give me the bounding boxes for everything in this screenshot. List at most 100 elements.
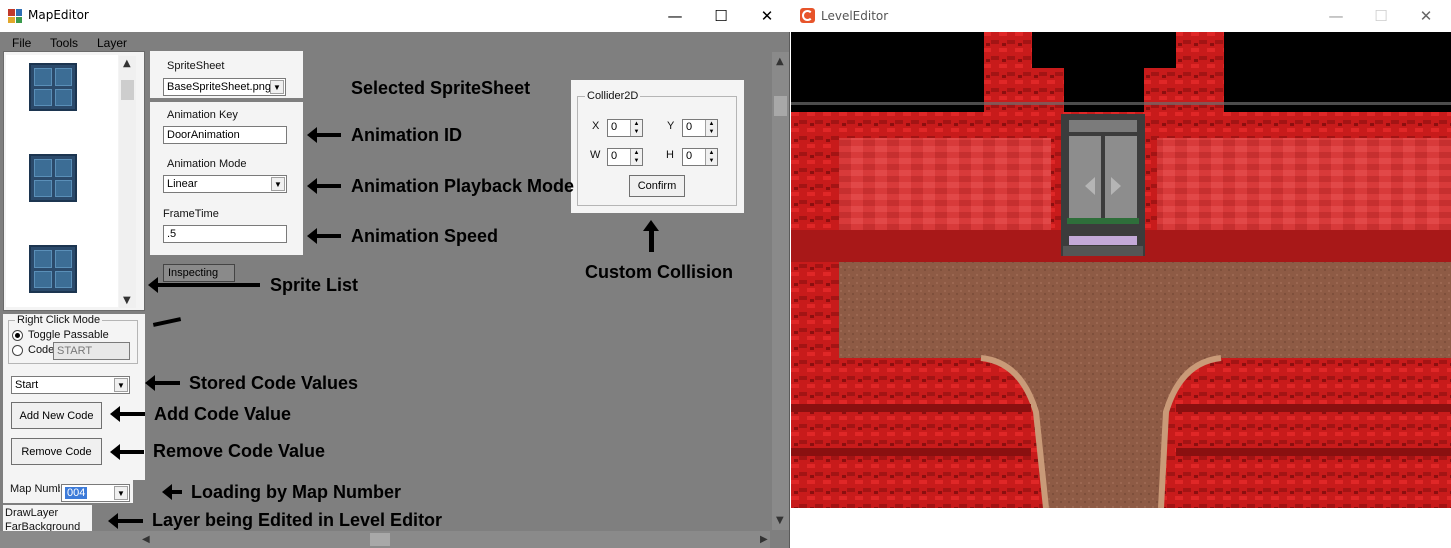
- animation-mode-select[interactable]: Linear ▼: [163, 175, 287, 193]
- frame-time-label: FrameTime: [163, 208, 219, 220]
- left-arrow-icon: [145, 375, 180, 391]
- collider-confirm-button[interactable]: Confirm: [629, 175, 685, 197]
- annotation-layer-being-edited: Layer being Edited in Level Editor: [152, 510, 443, 530]
- inspecting-label: Inspecting: [163, 264, 235, 282]
- animation-key-input[interactable]: DoorAnimation: [163, 126, 287, 144]
- chevron-down-icon: ▼: [114, 378, 128, 392]
- sprite-tile-3[interactable]: [29, 245, 77, 293]
- collider-w-stepper[interactable]: 0 ▲ ▼: [607, 148, 643, 166]
- annotation-stored-code-values: Stored Code Values: [189, 373, 359, 393]
- remove-code-button[interactable]: Remove Code: [11, 438, 102, 465]
- level-editor-footer: [791, 508, 1451, 548]
- code-input[interactable]: START: [53, 342, 130, 360]
- scroll-down-icon[interactable]: ▼: [123, 295, 131, 306]
- scroll-right-icon[interactable]: ▶: [760, 534, 768, 545]
- code-label: Code: [28, 344, 55, 356]
- left-arrow-icon: [110, 406, 145, 422]
- collider-y-value: 0: [686, 121, 693, 133]
- spinner-arrows-icon[interactable]: ▲ ▼: [630, 149, 642, 165]
- left-arrow-icon: [108, 513, 143, 529]
- map-pillar-right-base: [1144, 68, 1224, 117]
- stored-code-select[interactable]: Start ▼: [11, 376, 130, 394]
- map-door-left: [1069, 136, 1101, 218]
- add-new-code-button[interactable]: Add New Code: [11, 402, 102, 429]
- map-number-value: 004: [65, 487, 88, 499]
- collider-x-stepper[interactable]: 0 ▲ ▼: [607, 119, 643, 137]
- map-number-select[interactable]: 004 ▼: [61, 484, 130, 502]
- app-icon: [8, 9, 22, 23]
- spinner-arrows-icon[interactable]: ▲ ▼: [705, 149, 717, 165]
- annotation-animation-id: Animation ID: [351, 125, 462, 145]
- editor-vertical-scrollbar[interactable]: [772, 52, 789, 530]
- map-cliff-ridge-right-1: [1176, 404, 1451, 412]
- scroll-down-icon[interactable]: ▼: [776, 515, 784, 526]
- map-cliff-lower-right: [1161, 358, 1451, 508]
- map-boundary-line: [791, 102, 1451, 105]
- level-map-canvas[interactable]: [791, 32, 1451, 508]
- spinner-arrows-icon[interactable]: ▲ ▼: [705, 120, 717, 136]
- code-radio[interactable]: [12, 345, 23, 356]
- maximize-button[interactable]: ☐: [698, 0, 744, 32]
- map-door-lights: [1067, 218, 1139, 224]
- annotation-animation-speed: Animation Speed: [351, 226, 499, 246]
- sprite-tile-1[interactable]: [29, 63, 77, 111]
- map-cliff-ridge-right-2: [1176, 448, 1451, 456]
- map-void-top: [791, 32, 1451, 112]
- annotation-animation-playback-mode: Animation Playback Mode: [351, 176, 575, 196]
- collider-h-label: H: [666, 149, 674, 161]
- scroll-up-icon[interactable]: ▲: [776, 56, 784, 67]
- map-ledge-right: [1157, 138, 1451, 230]
- map-wall-left-edge: [791, 262, 839, 358]
- chevron-down-icon: ▼: [271, 177, 285, 191]
- annotation-sprite-list: Sprite List: [270, 275, 359, 295]
- editor-hscroll-thumb[interactable]: [370, 533, 390, 546]
- annotation-custom-collision: Custom Collision: [585, 262, 733, 282]
- menu-file[interactable]: File: [12, 36, 31, 50]
- scroll-left-icon[interactable]: ◀: [142, 534, 150, 545]
- map-door-stairs: [1063, 246, 1143, 256]
- animation-mode-label: Animation Mode: [167, 158, 247, 170]
- menu-layer[interactable]: Layer: [97, 36, 127, 50]
- map-door-step: [1069, 236, 1137, 245]
- up-arrow-head-icon: [643, 220, 659, 231]
- left-arrow-icon: [148, 277, 260, 293]
- collider-h-stepper[interactable]: 0 ▲ ▼: [682, 148, 718, 166]
- spritesheet-label: SpriteSheet: [167, 60, 225, 72]
- toggle-passable-radio[interactable]: [12, 330, 23, 341]
- le-maximize-button[interactable]: ☐: [1358, 0, 1404, 32]
- annotation-remove-code-value: Remove Code Value: [153, 441, 326, 461]
- spritesheet-select[interactable]: BaseSpriteSheet.png ▼: [163, 78, 286, 96]
- animation-mode-value: Linear: [167, 178, 198, 190]
- sprite-tile-2[interactable]: [29, 154, 77, 202]
- level-editor-title: LevelEditor: [821, 9, 889, 23]
- map-cliff-ridge-left-1: [791, 404, 1031, 412]
- close-button[interactable]: ✕: [744, 0, 790, 32]
- left-arrow-icon: [162, 484, 182, 500]
- frame-time-input[interactable]: .5: [163, 225, 287, 243]
- spritesheet-value: BaseSpriteSheet.png: [167, 81, 271, 93]
- annotation-loading-by-map-number: Loading by Map Number: [191, 482, 402, 502]
- chevron-down-icon: ▼: [114, 486, 128, 500]
- collider-y-stepper[interactable]: 0 ▲ ▼: [682, 119, 718, 137]
- left-arrow-icon: [307, 178, 341, 194]
- window-title: MapEditor: [28, 8, 89, 22]
- le-minimize-button[interactable]: —: [1313, 0, 1359, 32]
- annotation-add-code-value: Add Code Value: [154, 404, 292, 424]
- spinner-arrows-icon[interactable]: ▲ ▼: [630, 120, 642, 136]
- map-number-label: Map Numb: [10, 483, 60, 495]
- stored-code-value: Start: [15, 379, 39, 391]
- sprite-list-scroll-thumb[interactable]: [121, 80, 134, 100]
- map-pillar-left-base: [984, 68, 1064, 117]
- map-ledge-left: [839, 138, 1051, 230]
- monogame-icon: [800, 8, 815, 23]
- editor-vscroll-thumb[interactable]: [774, 96, 787, 116]
- scroll-up-icon[interactable]: ▲: [123, 58, 131, 69]
- minimize-button[interactable]: —: [652, 0, 698, 32]
- up-arrow-icon: [649, 228, 654, 252]
- animation-key-label: Animation Key: [167, 109, 238, 121]
- menu-tools[interactable]: Tools: [50, 36, 78, 50]
- le-close-button[interactable]: ✕: [1403, 0, 1449, 32]
- toggle-passable-label: Toggle Passable: [28, 329, 109, 341]
- collider-w-value: 0: [611, 150, 618, 162]
- map-door-header: [1069, 120, 1137, 132]
